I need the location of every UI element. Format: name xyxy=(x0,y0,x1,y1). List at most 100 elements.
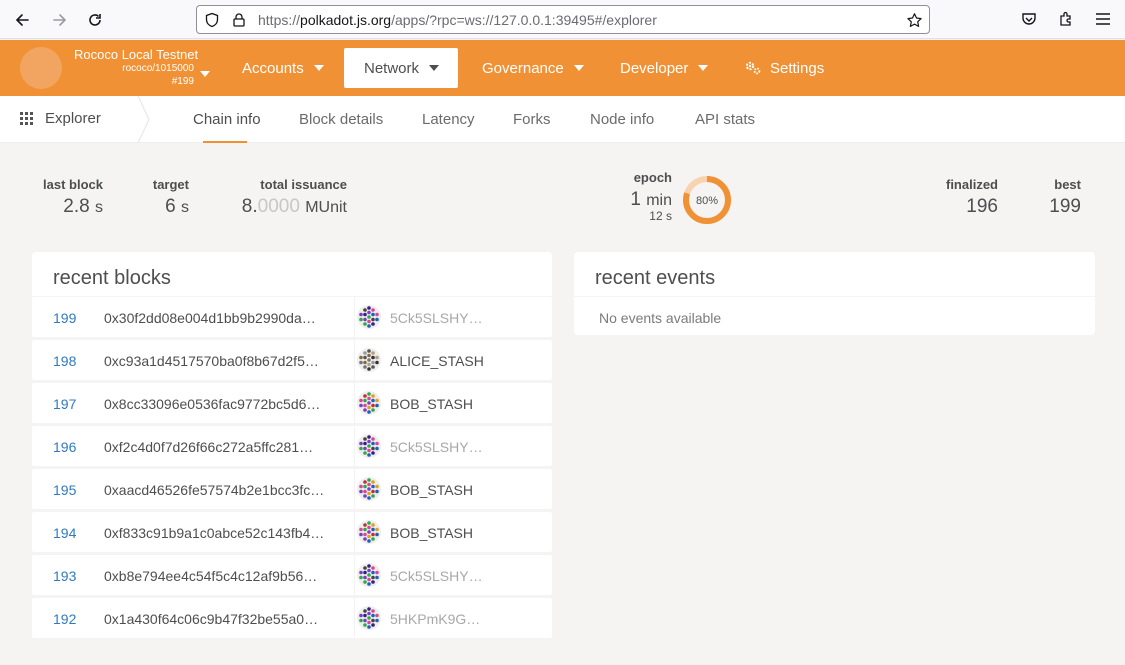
issuance-unit: MUnit xyxy=(305,199,347,216)
chevron-down-icon xyxy=(698,65,709,71)
menu-label: Settings xyxy=(770,59,825,77)
identicon-icon[interactable] xyxy=(357,348,381,372)
block-author[interactable]: BOB_STASH xyxy=(390,482,473,498)
block-number-link[interactable]: 196 xyxy=(53,439,76,455)
block-author[interactable]: 5Ck5SLSHY… xyxy=(390,568,483,584)
url-bar[interactable]: https://polkadot.js.org/apps/?rpc=ws://1… xyxy=(196,5,930,34)
recent-blocks-header: recent blocks xyxy=(32,252,552,296)
block-author[interactable]: 5Ck5SLSHY… xyxy=(390,439,483,455)
block-hash: 0x1a430f64c06c9b47f32be55a0… xyxy=(104,611,319,627)
explorer-title-text: Explorer xyxy=(45,110,101,127)
url-prefix: https:// xyxy=(258,12,301,28)
back-arrow-icon[interactable] xyxy=(10,8,34,32)
block-number-link[interactable]: 199 xyxy=(53,310,76,326)
issuance-dec: 0000 xyxy=(257,196,300,217)
block-author[interactable]: BOB_STASH xyxy=(390,396,473,412)
chevron-down-icon xyxy=(313,65,324,71)
menu-network[interactable]: Network xyxy=(344,48,458,88)
url-host: polkadot.js.org xyxy=(300,12,392,28)
tab-block-details[interactable]: Block details xyxy=(299,111,383,128)
lock-icon[interactable] xyxy=(230,11,248,29)
chain-block-number[interactable]: #199 xyxy=(74,76,194,87)
epoch-sub-value: 12 s xyxy=(649,209,672,223)
grid-icon xyxy=(20,112,33,125)
block-author[interactable]: 5Ck5SLSHY… xyxy=(390,310,483,326)
reload-icon[interactable] xyxy=(83,8,107,32)
last-block-label: last block xyxy=(43,177,103,192)
block-author[interactable]: 5HKPmK9G… xyxy=(390,611,480,627)
chain-spec[interactable]: rococo/1015000 xyxy=(74,63,194,74)
shield-icon[interactable] xyxy=(203,11,221,29)
chevron-down-icon xyxy=(573,65,584,71)
row-divider xyxy=(354,426,355,466)
epoch-progress-ring: 80% xyxy=(682,175,732,225)
chain-logo-icon[interactable] xyxy=(20,47,62,89)
last-block-value: 2.8 s xyxy=(63,196,103,218)
identicon-icon[interactable] xyxy=(357,434,381,458)
row-divider xyxy=(354,598,355,638)
row-divider xyxy=(354,469,355,509)
tab-latency[interactable]: Latency xyxy=(422,111,475,128)
block-number-link[interactable]: 197 xyxy=(53,396,76,412)
sub-navigation: Explorer Chain info Block details Latenc… xyxy=(0,95,1125,144)
identicon-icon[interactable] xyxy=(357,563,381,587)
recent-events-header: recent events xyxy=(574,252,1095,296)
epoch-percent: 80% xyxy=(696,195,718,207)
block-hash: 0xc93a1d4517570ba0f8b67d2f5… xyxy=(104,353,319,369)
identicon-icon[interactable] xyxy=(357,391,381,415)
menu-settings[interactable]: Settings xyxy=(744,48,824,88)
identicon-icon[interactable] xyxy=(357,520,381,544)
block-hash: 0xaacd46526fe57574b2e1bcc3fc… xyxy=(104,482,325,498)
chain-name[interactable]: Rococo Local Testnet xyxy=(74,47,198,62)
block-hash: 0xf833c91b9a1c0abce52c143fb4… xyxy=(104,525,325,541)
table-row: 199 0x30f2dd08e004d1bb9b2990da… 5Ck5SLSHY… xyxy=(32,297,552,337)
block-hash: 0x30f2dd08e004d1bb9b2990da… xyxy=(104,310,316,326)
extensions-icon[interactable] xyxy=(1056,9,1076,29)
menu-label: Developer xyxy=(620,59,689,77)
block-author[interactable]: ALICE_STASH xyxy=(390,353,484,369)
last-block-unit: s xyxy=(95,199,103,216)
chevron-down-icon[interactable] xyxy=(200,64,210,82)
menu-accounts[interactable]: Accounts xyxy=(242,48,324,88)
identicon-icon[interactable] xyxy=(357,305,381,329)
app-header: Rococo Local Testnet rococo/1015000 #199… xyxy=(0,40,1125,96)
epoch-label: epoch xyxy=(633,170,672,185)
block-number-link[interactable]: 192 xyxy=(53,611,76,627)
tab-forks[interactable]: Forks xyxy=(513,111,551,128)
block-number-link[interactable]: 193 xyxy=(53,568,76,584)
total-issuance-label: total issuance xyxy=(260,177,347,192)
active-tab-indicator xyxy=(203,141,247,143)
menu-governance[interactable]: Governance xyxy=(482,48,584,88)
block-number-link[interactable]: 194 xyxy=(53,525,76,541)
url-text: https://polkadot.js.org/apps/?rpc=ws://1… xyxy=(258,12,657,28)
bookmark-star-icon[interactable] xyxy=(905,11,923,29)
table-row: 192 0x1a430f64c06c9b47f32be55a0… 5HKPmK9G… xyxy=(32,598,552,638)
block-number-link[interactable]: 198 xyxy=(53,353,76,369)
table-row: 193 0xb8e794ee4c54f5c4c12af9b56… 5Ck5SLSHY… xyxy=(32,555,552,595)
row-divider xyxy=(354,383,355,423)
hamburger-menu-icon[interactable] xyxy=(1093,9,1113,29)
chevron-down-icon xyxy=(429,65,440,71)
finalized-value: 196 xyxy=(966,196,998,217)
recent-events-title: recent events xyxy=(595,267,716,289)
menu-developer[interactable]: Developer xyxy=(620,48,709,88)
table-row: 196 0xf2c4d0f7d26f66c272a5ffc281… 5Ck5SLSH… xyxy=(32,426,552,466)
tab-node-info[interactable]: Node info xyxy=(590,111,654,128)
block-hash: 0x8cc33096e0536fac9772bc5d6… xyxy=(104,396,321,412)
menu-label: Network xyxy=(364,59,420,77)
block-hash: 0xb8e794ee4c54f5c4c12af9b56… xyxy=(104,568,318,584)
identicon-icon[interactable] xyxy=(357,606,381,630)
menu-label: Accounts xyxy=(242,59,304,77)
epoch-sub-number: 12 xyxy=(649,209,663,223)
epoch-sub-unit: s xyxy=(666,209,672,223)
row-divider xyxy=(354,340,355,380)
pocket-icon[interactable] xyxy=(1019,9,1039,29)
epoch-unit: min xyxy=(646,192,672,209)
identicon-icon[interactable] xyxy=(357,477,381,501)
forward-arrow-icon[interactable] xyxy=(48,8,72,32)
tab-api-stats[interactable]: API stats xyxy=(695,111,755,128)
block-author[interactable]: BOB_STASH xyxy=(390,525,473,541)
explorer-title[interactable]: Explorer xyxy=(20,110,101,127)
block-number-link[interactable]: 195 xyxy=(53,482,76,498)
tab-chain-info[interactable]: Chain info xyxy=(193,111,261,128)
